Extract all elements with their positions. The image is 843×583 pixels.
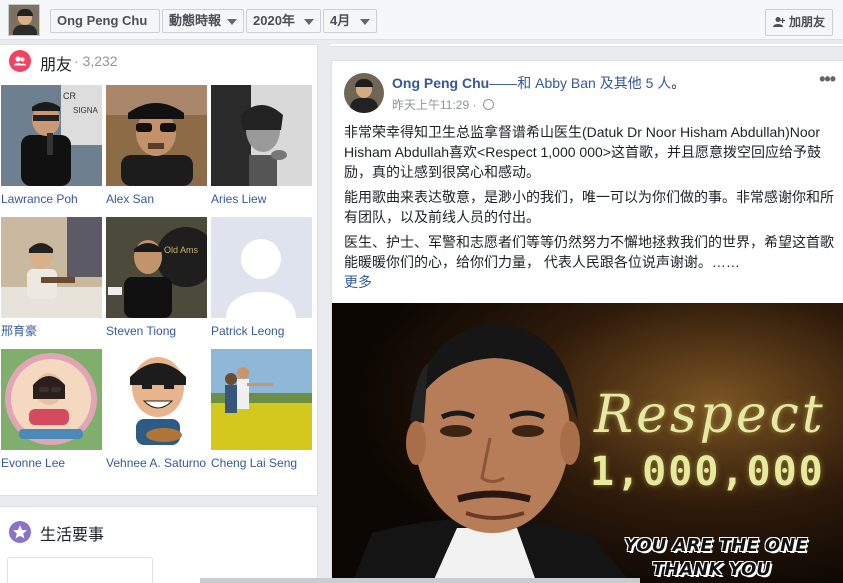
add-person-icon (773, 17, 785, 27)
life-events-title[interactable]: 生活要事 (40, 521, 104, 545)
post-paragraph: 医生、护士、军警和志愿者们等等仍然努力不懈地拯救我们的世界，希望这首歌能暖暖你们… (344, 234, 834, 270)
star-icon (9, 521, 31, 543)
friend-name[interactable]: Cheng Lai Seng (211, 455, 315, 471)
see-more-link[interactable]: 更多 (344, 272, 372, 292)
friend-photo[interactable]: CR SIGNA (1, 85, 102, 186)
friend-name[interactable]: Evonne Lee (1, 455, 105, 471)
month-select-label: 4月 (330, 13, 351, 28)
post-image[interactable]: Respect 1,000,000 YOU ARE THE ONE THANK … (332, 303, 843, 583)
chevron-down-icon (304, 19, 314, 25)
friend-photo[interactable] (106, 85, 207, 186)
friends-title[interactable]: 朋友 (40, 51, 72, 75)
more-options-icon[interactable]: ••• (819, 69, 836, 90)
year-select-label: 2020年 (253, 13, 295, 28)
post-time-separator: · (469, 98, 480, 112)
svg-text:Old Ams: Old Ams (164, 245, 199, 255)
friend-photo[interactable] (211, 217, 312, 318)
previous-post-edge (331, 44, 843, 47)
friends-count: · 3,232 (74, 53, 118, 69)
top-bar: Ong Peng Chu 動態時報 2020年 4月 加朋友 (0, 0, 843, 40)
friend-photo[interactable] (1, 349, 102, 450)
image-title-respect: Respect (594, 385, 826, 445)
post-with-text: ——和 (489, 75, 532, 91)
post-paragraph: 非常荣幸得知卫生总监拿督谱希山医生(Datuk Dr Noor Hisham A… (344, 124, 821, 180)
friend-photo[interactable] (1, 217, 102, 318)
chevron-down-icon (227, 19, 237, 25)
friend-name[interactable]: Patrick Leong (211, 323, 315, 339)
friend-photo[interactable] (211, 85, 312, 186)
add-friend-label: 加朋友 (789, 15, 826, 29)
friend-name[interactable]: Aries Liew (211, 191, 315, 207)
tagged-user-link[interactable]: Abby Ban (535, 75, 596, 91)
friends-icon (9, 50, 31, 72)
friend-name[interactable]: Vehnee A. Saturno (106, 455, 210, 471)
svg-text:CR: CR (63, 91, 76, 101)
image-title-number: 1,000,000 (590, 449, 825, 495)
friend-name[interactable]: 邢育豪 (1, 323, 105, 339)
chevron-down-icon (360, 19, 370, 25)
friend-name[interactable]: Lawrance Poh (1, 191, 105, 207)
post-timestamp[interactable]: 昨天上午11:29 · (392, 96, 494, 113)
life-event-tile[interactable] (7, 557, 153, 583)
feed-select-label: 動態時報 (169, 13, 222, 28)
image-caption-line1: YOU ARE THE ONE (624, 535, 808, 556)
feed-select[interactable]: 動態時報 (162, 9, 244, 33)
profile-name-button[interactable]: Ong Peng Chu (50, 9, 160, 33)
post-header: Ong Peng Chu——和 Abby Ban 及其他 5 人。 (392, 73, 685, 93)
post-header-period: 。 (671, 75, 686, 91)
post-card: Ong Peng Chu——和 Abby Ban 及其他 5 人。 昨天上午11… (331, 60, 843, 583)
friend-name[interactable]: Steven Tiong (106, 323, 210, 339)
year-select[interactable]: 2020年 (246, 9, 321, 33)
friend-photo[interactable] (211, 349, 312, 450)
profile-name-label: Ong Peng Chu (57, 13, 148, 28)
month-select[interactable]: 4月 (323, 9, 377, 33)
post-author-link[interactable]: Ong Peng Chu (392, 75, 489, 91)
friend-name[interactable]: Alex San (106, 191, 210, 207)
post-time-label: 昨天上午11:29 (392, 98, 470, 112)
friends-card: 朋友 · 3,232 CR SIGNA Lawrance Poh Alex Sa… (0, 44, 318, 496)
horizontal-scrollbar[interactable] (200, 578, 640, 583)
post-author-avatar[interactable] (344, 73, 384, 113)
tagged-others-link[interactable]: 及其他 5 人 (600, 75, 672, 91)
svg-text:SIGNA: SIGNA (73, 106, 99, 115)
globe-icon (482, 99, 494, 110)
post-paragraph: 能用歌曲来表达敬意，是渺小的我们，唯一可以为你们做的事。非常感谢你和所有团队，以… (344, 189, 834, 225)
life-events-card: 生活要事 (0, 506, 318, 583)
profile-avatar[interactable] (8, 4, 40, 36)
friend-photo[interactable] (106, 349, 207, 450)
image-caption-line2: THANK YOU (652, 559, 771, 580)
add-friend-button[interactable]: 加朋友 (765, 9, 833, 36)
friend-photo[interactable]: Old Ams (106, 217, 207, 318)
